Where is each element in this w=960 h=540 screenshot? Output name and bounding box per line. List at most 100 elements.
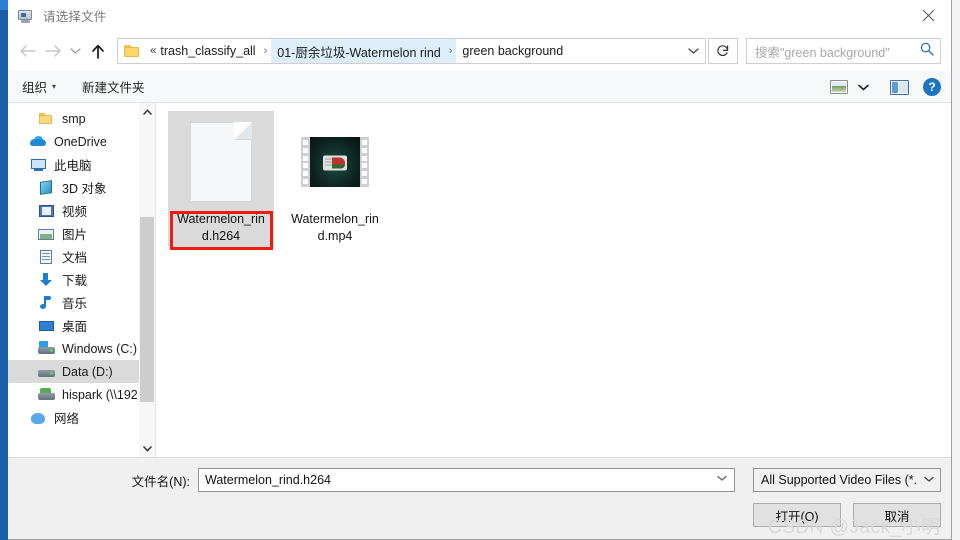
scrollbar-track[interactable] <box>139 120 155 440</box>
address-dropdown-chevron-down-icon[interactable] <box>681 39 705 63</box>
desktop-background-accent <box>0 0 8 10</box>
close-button[interactable] <box>905 0 951 31</box>
drive-icon <box>38 340 55 357</box>
file-type-filter-dropdown[interactable]: All Supported Video Files (*. <box>753 468 941 492</box>
overflow-chevrons-icon: « <box>150 45 157 57</box>
navigation-tree: smp OneDrive 此电脑 3D 对象 视频 图片 文档 下载 音乐 桌面… <box>8 103 155 429</box>
sidebar-item-documents[interactable]: 文档 <box>8 245 155 268</box>
sidebar-item-label: 网络 <box>54 412 80 426</box>
command-bar-right-group: ? <box>825 71 941 103</box>
chevron-down-icon: ▾ <box>52 82 57 91</box>
sidebar-item-music[interactable]: 音乐 <box>8 291 155 314</box>
music-icon <box>38 295 55 311</box>
breadcrumb: « trash_classify_all › 01-厨余垃圾-Watermelo… <box>144 39 681 63</box>
folder-icon <box>38 111 55 127</box>
navigation-pane: smp OneDrive 此电脑 3D 对象 视频 图片 文档 下载 音乐 桌面… <box>8 103 156 457</box>
filename-input[interactable]: Watermelon_rind.h264 <box>198 468 735 492</box>
preview-pane-button[interactable] <box>885 75 913 99</box>
breadcrumb-item-1[interactable]: 01-厨余垃圾-Watermelon rind › <box>271 39 457 63</box>
computer-icon <box>30 157 47 173</box>
file-thumbnail <box>185 117 257 207</box>
sidebar-item-3d-objects[interactable]: 3D 对象 <box>8 176 155 199</box>
drive-icon <box>38 364 55 380</box>
search-input[interactable]: 搜索"green background" <box>746 38 941 64</box>
sidebar-item-label: 桌面 <box>62 320 88 334</box>
downloads-icon <box>38 272 55 288</box>
sidebar-scrollbar[interactable] <box>139 103 155 457</box>
sidebar-item-downloads[interactable]: 下载 <box>8 268 155 291</box>
watermark-text: CSDN @Jack_小明 <box>768 517 941 538</box>
sidebar-item-data-d[interactable]: Data (D:) <box>8 360 155 383</box>
desktop-background-sliver <box>0 0 8 540</box>
recent-locations-chevron-down-icon[interactable] <box>66 37 85 65</box>
file-name-label: Watermelon_rin d.mp4 <box>285 211 385 245</box>
sidebar-item-label: OneDrive <box>54 134 107 149</box>
blank-document-icon <box>190 122 252 202</box>
search-placeholder: 搜索"green background" <box>755 45 890 60</box>
sidebar-item-label: Data (D:) <box>62 364 113 379</box>
sidebar-item-smp[interactable]: smp <box>8 107 155 130</box>
file-name-line2: d.h264 <box>201 229 241 243</box>
sidebar-item-windows-c[interactable]: Windows (C:) <box>8 337 155 360</box>
sidebar-item-label: smp <box>62 111 86 126</box>
refresh-icon[interactable] <box>708 38 738 64</box>
sidebar-item-hispark[interactable]: hispark (\\192. <box>8 383 155 406</box>
scroll-down-arrow-icon[interactable] <box>139 440 155 457</box>
breadcrumb-item-label: trash_classify_all <box>160 44 256 58</box>
breadcrumb-separator-icon: › <box>448 45 453 57</box>
scroll-up-arrow-icon[interactable] <box>139 103 155 120</box>
organize-menu-button[interactable]: 组织 ▾ <box>22 77 56 96</box>
desktop-icon <box>38 318 55 334</box>
file-item-mp4[interactable]: Watermelon_rin d.mp4 <box>282 111 388 247</box>
breadcrumb-item-2[interactable]: green background <box>456 39 567 63</box>
new-folder-button[interactable]: 新建文件夹 <box>82 77 145 96</box>
search-icon <box>920 42 934 61</box>
help-icon[interactable]: ? <box>923 78 941 96</box>
file-item-h264[interactable]: Watermelon_rin d.h264 <box>168 111 274 250</box>
sidebar-item-onedrive[interactable]: OneDrive <box>8 130 155 153</box>
view-mode-button[interactable] <box>825 75 853 99</box>
scrollbar-thumb[interactable] <box>140 217 154 402</box>
videos-icon <box>38 203 55 219</box>
sidebar-item-label: 3D 对象 <box>62 182 107 196</box>
video-thumbnail-icon <box>301 137 369 187</box>
forward-icon[interactable] <box>40 37 66 65</box>
file-name-line1: Watermelon_rin <box>177 212 265 226</box>
organize-label: 组织 <box>22 81 48 95</box>
breadcrumb-item-0[interactable]: « trash_classify_all › <box>144 39 271 63</box>
file-type-filter-value: All Supported Video Files (*. <box>761 473 918 487</box>
chevron-down-icon[interactable] <box>717 474 727 485</box>
computer-icon <box>17 7 35 25</box>
sidebar-item-desktop[interactable]: 桌面 <box>8 314 155 337</box>
breadcrumb-item-label: green background <box>462 44 564 58</box>
folder-icon <box>118 39 144 63</box>
file-name-label: Watermelon_rin d.h264 <box>171 211 271 245</box>
window-title: 请选择文件 <box>43 10 107 24</box>
file-list-view[interactable]: Watermelon_rin d.h264 Watermelon_rin d.m… <box>156 103 951 457</box>
sidebar-item-label: Windows (C:) <box>62 341 138 356</box>
breadcrumb-separator-icon: › <box>263 45 268 57</box>
file-picker-dialog: 请选择文件 « trash_classify_all › 01-厨余垃圾-Wat… <box>8 0 952 540</box>
sidebar-item-label: 音乐 <box>62 297 88 311</box>
up-one-level-icon[interactable] <box>85 37 111 65</box>
dialog-body: smp OneDrive 此电脑 3D 对象 视频 图片 文档 下载 音乐 桌面… <box>8 103 951 457</box>
sidebar-item-network[interactable]: 网络 <box>8 406 155 429</box>
breadcrumb-item-label: 01-厨余垃圾-Watermelon rind <box>277 45 441 60</box>
back-icon[interactable] <box>14 37 40 65</box>
sidebar-item-label: hispark (\\192. <box>62 387 142 402</box>
view-mode-chevron-down-icon[interactable] <box>853 84 873 91</box>
address-bar[interactable]: « trash_classify_all › 01-厨余垃圾-Watermelo… <box>117 38 706 64</box>
documents-icon <box>38 249 55 265</box>
title-bar: 请选择文件 <box>8 0 951 31</box>
sidebar-item-pictures[interactable]: 图片 <box>8 222 155 245</box>
new-folder-label: 新建文件夹 <box>82 81 145 95</box>
sidebar-item-this-pc[interactable]: 此电脑 <box>8 153 155 176</box>
navigation-bar: « trash_classify_all › 01-厨余垃圾-Watermelo… <box>8 31 951 71</box>
sidebar-item-label: 下载 <box>62 274 88 288</box>
view-mode-icon <box>830 80 848 94</box>
sidebar-item-label: 图片 <box>62 228 88 242</box>
command-bar: 组织 ▾ 新建文件夹 ? <box>8 71 951 103</box>
preview-pane-icon <box>889 79 909 95</box>
filename-label: 文件名(N): <box>131 474 190 489</box>
sidebar-item-videos[interactable]: 视频 <box>8 199 155 222</box>
